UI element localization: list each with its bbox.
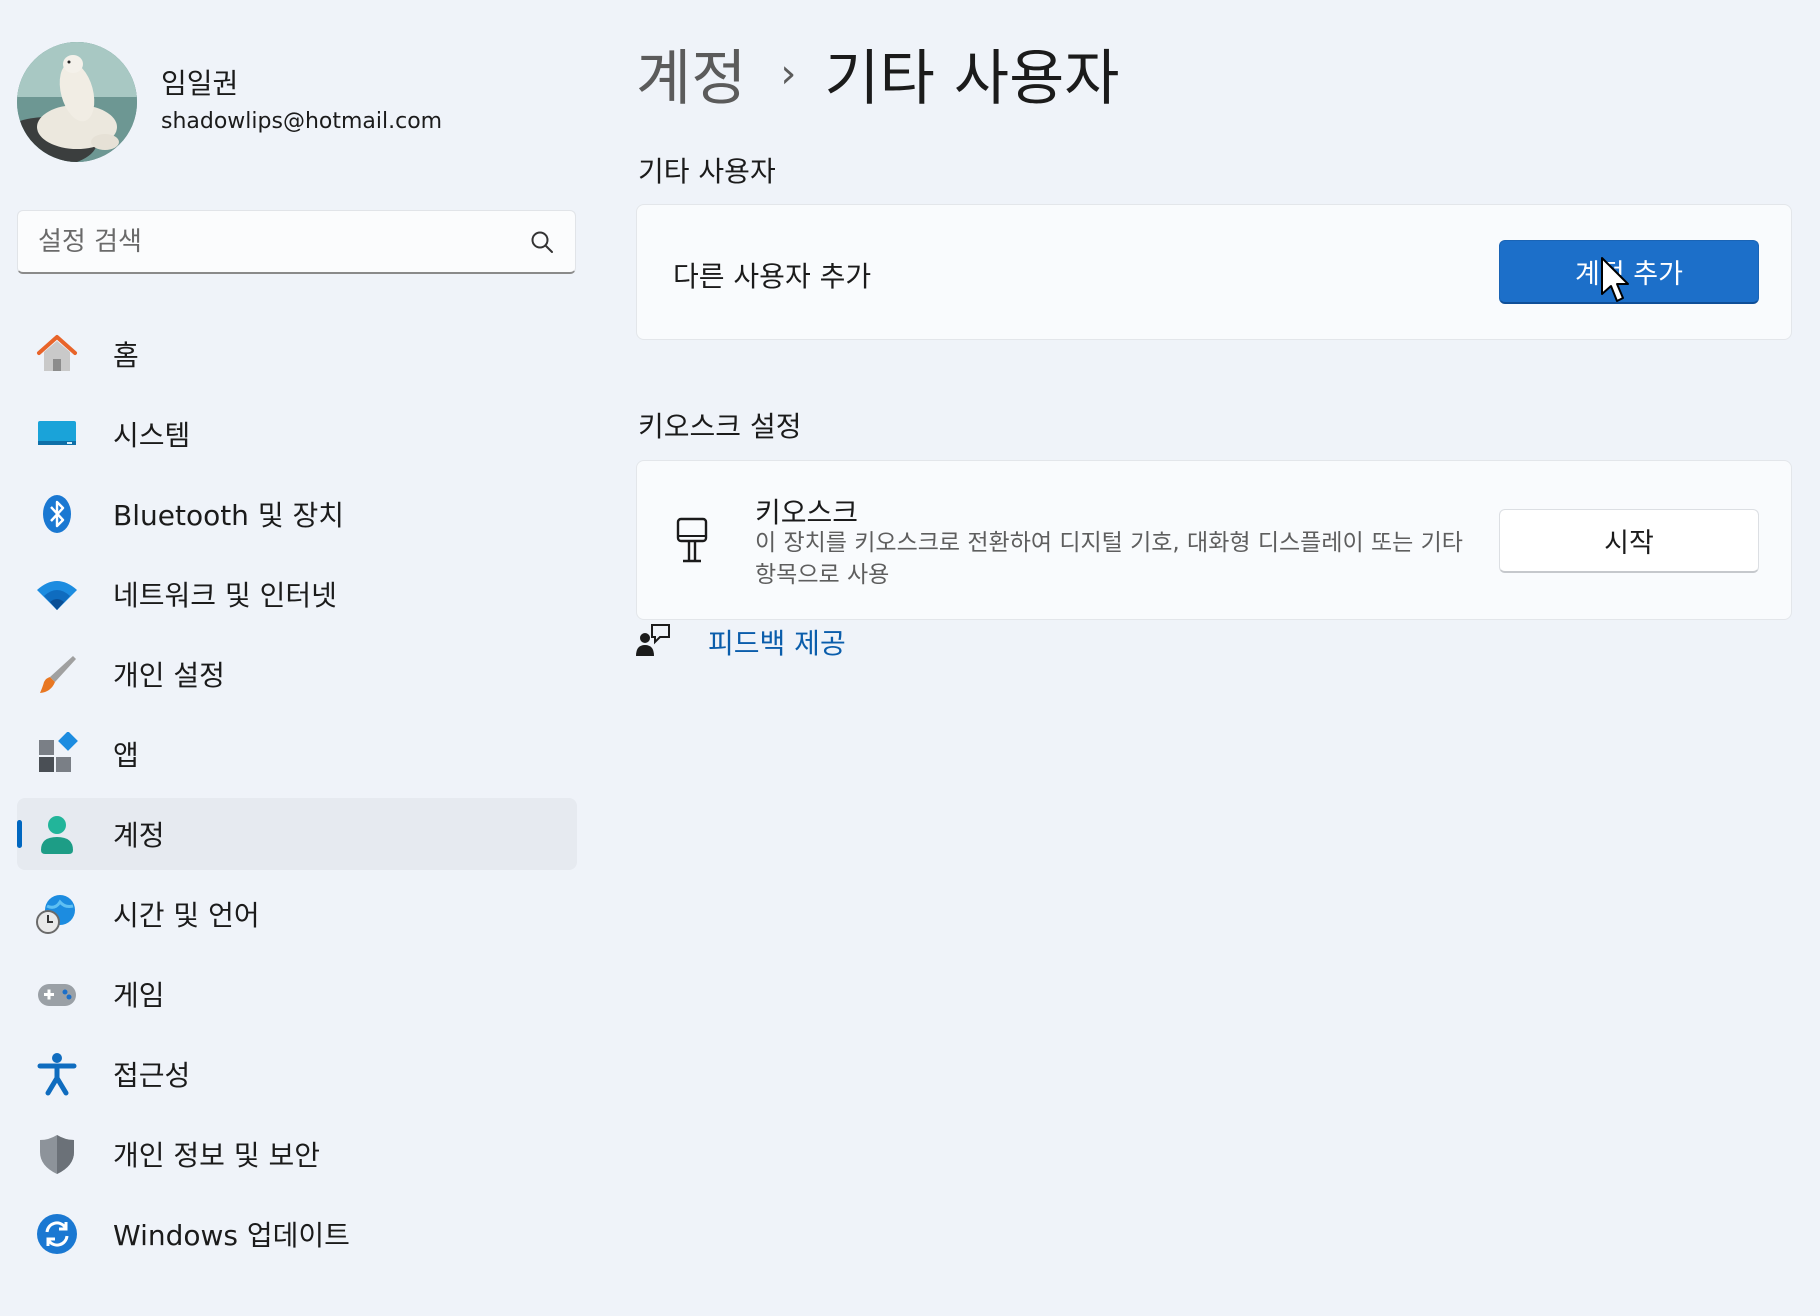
- wifi-icon: [35, 572, 79, 616]
- feedback-label: 피드백 제공: [708, 627, 846, 660]
- nav-item-accounts[interactable]: 계정: [17, 798, 577, 870]
- account-icon: [35, 812, 79, 856]
- accessibility-icon: [35, 1052, 79, 1096]
- avatar: [17, 42, 137, 162]
- nav-item-gaming[interactable]: 게임: [17, 958, 577, 1030]
- other-users-section-title: 기타 사용자: [638, 155, 776, 188]
- breadcrumb: 계정 › 기타 사용자: [636, 30, 1119, 117]
- nav-item-system[interactable]: 시스템: [17, 398, 577, 470]
- gamepad-icon: [35, 972, 79, 1016]
- breadcrumb-separator: ›: [780, 50, 797, 97]
- kiosk-title: 키오스크: [755, 496, 859, 529]
- search-box[interactable]: [17, 210, 576, 274]
- nav-label: 홈: [113, 339, 139, 372]
- search-icon[interactable]: [529, 229, 555, 255]
- nav-label: Windows 업데이트: [113, 1219, 350, 1252]
- nav-label: 개인 설정: [113, 659, 225, 692]
- nav-item-windows-update[interactable]: Windows 업데이트: [17, 1198, 577, 1270]
- nav-label: Bluetooth 및 장치: [113, 499, 345, 532]
- nav-label: 시간 및 언어: [113, 899, 260, 932]
- kiosk-section-title: 키오스크 설정: [638, 410, 802, 443]
- feedback-icon: [636, 623, 670, 661]
- kiosk-start-button[interactable]: 시작: [1499, 509, 1759, 573]
- nav-item-apps[interactable]: 앱: [17, 718, 577, 790]
- kiosk-card: 키오스크 이 장치를 키오스크로 전환하여 디지털 기호, 대화형 디스플레이 …: [636, 460, 1792, 620]
- kiosk-description: 이 장치를 키오스크로 전환하여 디지털 기호, 대화형 디스플레이 또는 기타…: [755, 530, 1463, 588]
- nav-label: 개인 정보 및 보안: [113, 1139, 321, 1172]
- nav-label: 게임: [113, 979, 165, 1012]
- time-language-icon: [35, 892, 79, 936]
- nav-item-network[interactable]: 네트워크 및 인터넷: [17, 558, 577, 630]
- nav-list: 홈 시스템 Bluetooth 및 장치 네트워크 및 인터넷 개인 설정 앱 …: [17, 318, 577, 1278]
- feedback-link[interactable]: 피드백 제공: [636, 622, 846, 662]
- breadcrumb-parent[interactable]: 계정: [636, 30, 746, 117]
- bluetooth-icon: [35, 492, 79, 536]
- search-input[interactable]: [38, 226, 529, 257]
- nav-label: 앱: [113, 739, 139, 772]
- nav-item-personalization[interactable]: 개인 설정: [17, 638, 577, 710]
- nav-item-bluetooth[interactable]: Bluetooth 및 장치: [17, 478, 577, 550]
- update-icon: [35, 1212, 79, 1256]
- nav-label: 접근성: [113, 1059, 191, 1092]
- nav-item-privacy-security[interactable]: 개인 정보 및 보안: [17, 1118, 577, 1190]
- nav-label: 계정: [113, 819, 165, 852]
- nav-label: 네트워크 및 인터넷: [113, 579, 337, 612]
- add-account-button[interactable]: 계정 추가: [1499, 240, 1759, 304]
- nav-item-accessibility[interactable]: 접근성: [17, 1038, 577, 1110]
- add-user-card: 다른 사용자 추가 계정 추가: [636, 204, 1792, 340]
- nav-label: 시스템: [113, 419, 191, 452]
- settings-window: 임일권 shadowlips@hotmail.com 홈: [0, 0, 1820, 1316]
- page-title: 기타 사용자: [824, 44, 1120, 114]
- add-user-text: 다른 사용자 추가: [673, 260, 872, 293]
- profile-name: 임일권: [161, 67, 239, 100]
- brush-icon: [35, 652, 79, 696]
- user-profile[interactable]: 임일권 shadowlips@hotmail.com: [17, 42, 442, 162]
- kiosk-icon: [675, 517, 709, 567]
- shield-icon: [35, 1132, 79, 1176]
- apps-icon: [35, 732, 79, 776]
- nav-item-time-language[interactable]: 시간 및 언어: [17, 878, 577, 950]
- sidebar: 임일권 shadowlips@hotmail.com 홈: [0, 0, 600, 1316]
- profile-email: shadowlips@hotmail.com: [161, 109, 443, 134]
- system-icon: [35, 412, 79, 456]
- home-icon: [35, 332, 79, 376]
- nav-item-home[interactable]: 홈: [17, 318, 577, 390]
